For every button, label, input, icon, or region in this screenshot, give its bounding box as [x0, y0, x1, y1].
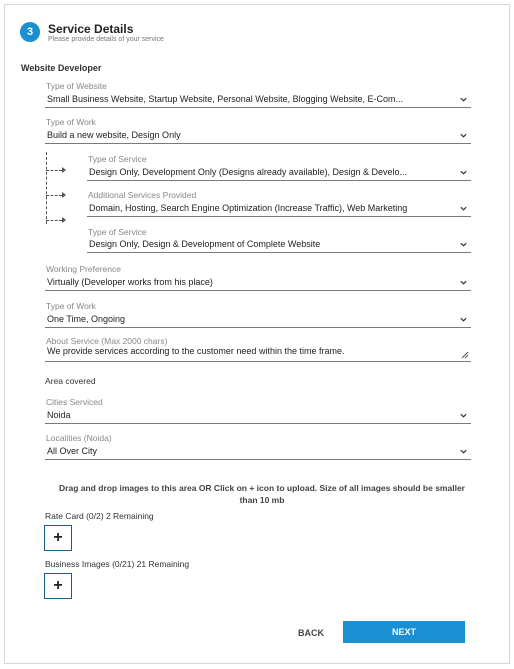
- type-of-work-2-select[interactable]: One Time, Ongoing: [45, 313, 471, 328]
- type-of-service-value: Design Only, Development Only (Designs a…: [89, 167, 407, 177]
- next-button[interactable]: NEXT: [343, 621, 465, 643]
- cities-serviced-select[interactable]: Noida: [45, 409, 471, 424]
- type-of-website-label: Type of Website: [46, 81, 107, 91]
- service-details-card: 3 Service Details Please provide details…: [4, 4, 510, 664]
- resize-handle-icon[interactable]: [461, 351, 469, 359]
- type-of-service-2-select[interactable]: Design Only, Design & Development of Com…: [87, 238, 471, 253]
- area-covered-heading: Area covered: [45, 376, 96, 386]
- localities-select[interactable]: All Over City: [45, 445, 471, 460]
- chevron-down-icon: [460, 206, 467, 211]
- plus-icon: +: [53, 577, 63, 594]
- type-of-work-value: Build a new website, Design Only: [47, 130, 181, 140]
- type-of-service-2-value: Design Only, Design & Development of Com…: [89, 239, 321, 249]
- upload-instructions: Drag and drop images to this area OR Cli…: [59, 483, 465, 505]
- chevron-down-icon: [460, 280, 467, 285]
- chevron-down-icon: [460, 242, 467, 247]
- rate-card-add-button[interactable]: +: [44, 525, 72, 551]
- type-of-work-label: Type of Work: [46, 117, 96, 127]
- chevron-down-icon: [460, 170, 467, 175]
- localities-value: All Over City: [47, 446, 98, 456]
- business-images-label: Business Images (0/21) 21 Remaining: [45, 559, 190, 569]
- localities-label: Localities (Noida): [46, 433, 112, 443]
- chevron-down-icon: [460, 317, 467, 322]
- back-button[interactable]: BACK: [291, 625, 331, 641]
- type-of-service-2-label: Type of Service: [88, 227, 147, 237]
- additional-services-value: Domain, Hosting, Search Engine Optimizat…: [89, 203, 408, 213]
- about-service-textarea[interactable]: We provide services according to the cus…: [45, 345, 471, 362]
- arrow-right-icon: [62, 167, 66, 173]
- additional-services-select[interactable]: Domain, Hosting, Search Engine Optimizat…: [87, 202, 471, 217]
- chevron-down-icon: [460, 97, 467, 102]
- cities-serviced-value: Noida: [47, 410, 71, 420]
- working-preference-label: Working Preference: [46, 264, 121, 274]
- cities-serviced-label: Cities Serviced: [46, 397, 103, 407]
- tree-connector-line: [46, 152, 47, 224]
- chevron-down-icon: [460, 133, 467, 138]
- step-title: Service Details: [48, 22, 134, 36]
- step-number-badge: 3: [20, 22, 40, 42]
- type-of-work-2-label: Type of Work: [46, 301, 96, 311]
- tree-connector-branch: [46, 170, 62, 171]
- type-of-work-2-value: One Time, Ongoing: [47, 314, 126, 324]
- arrow-right-icon: [62, 217, 66, 223]
- tree-connector-branch: [46, 195, 62, 196]
- chevron-down-icon: [460, 413, 467, 418]
- additional-services-label: Additional Services Provided: [88, 190, 197, 200]
- plus-icon: +: [53, 529, 63, 546]
- rate-card-label: Rate Card (0/2) 2 Remaining: [45, 511, 154, 521]
- business-images-add-button[interactable]: +: [44, 573, 72, 599]
- working-preference-value: Virtually (Developer works from his plac…: [47, 277, 213, 287]
- step-subtitle: Please provide details of your service: [48, 36, 164, 43]
- type-of-work-select[interactable]: Build a new website, Design Only: [45, 129, 471, 144]
- section-title: Website Developer: [21, 63, 102, 73]
- arrow-right-icon: [62, 192, 66, 198]
- type-of-website-select[interactable]: Small Business Website, Startup Website,…: [45, 93, 471, 108]
- chevron-down-icon: [460, 449, 467, 454]
- working-preference-select[interactable]: Virtually (Developer works from his plac…: [45, 276, 471, 291]
- about-service-value: We provide services according to the cus…: [47, 346, 345, 356]
- type-of-service-select[interactable]: Design Only, Development Only (Designs a…: [87, 166, 471, 181]
- type-of-website-value: Small Business Website, Startup Website,…: [47, 94, 403, 104]
- tree-connector-branch: [46, 220, 62, 221]
- type-of-service-label: Type of Service: [88, 154, 147, 164]
